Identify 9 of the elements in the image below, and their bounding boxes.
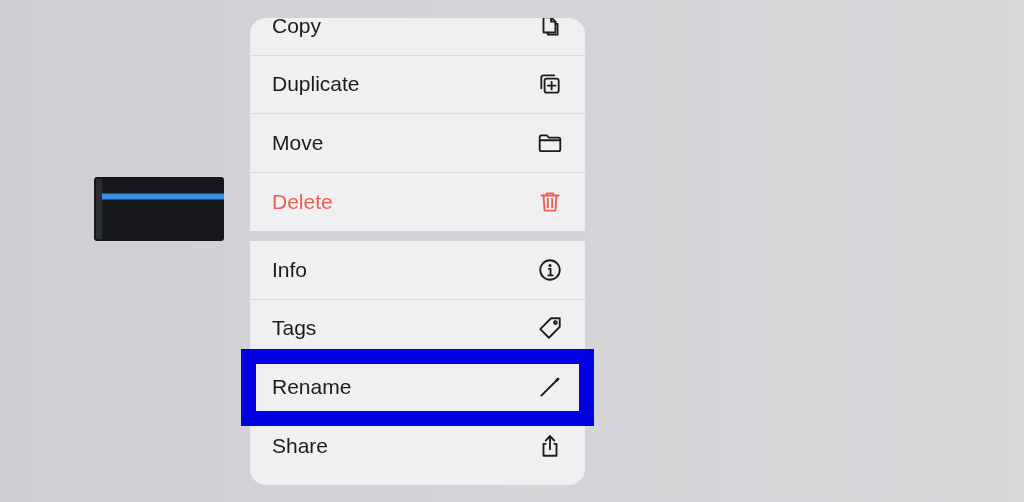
info-icon bbox=[537, 256, 563, 283]
menu-item[interactable]: Move bbox=[250, 114, 585, 173]
menu-item[interactable]: Copy bbox=[250, 18, 585, 56]
tag-icon bbox=[537, 315, 563, 342]
menu-item[interactable]: Duplicate bbox=[250, 55, 585, 114]
menu-item[interactable]: Rename bbox=[250, 358, 585, 417]
menu-item[interactable]: Tags bbox=[250, 299, 585, 358]
menu-item[interactable]: Info bbox=[250, 241, 585, 300]
menu-item[interactable]: Share bbox=[250, 416, 585, 475]
